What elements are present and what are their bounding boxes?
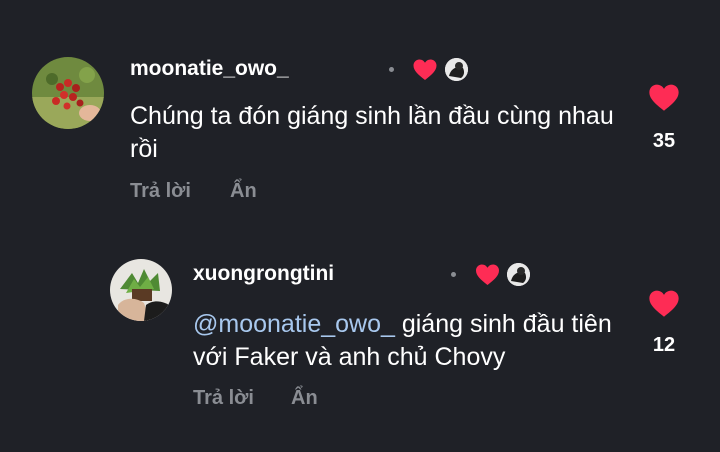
comment-username[interactable]: xuongrongtini bbox=[193, 262, 334, 286]
hide-button[interactable]: Ẩn bbox=[230, 180, 257, 203]
comment-username[interactable]: moonatie_owo_ bbox=[130, 57, 289, 81]
reply-button[interactable]: Trả lời bbox=[130, 180, 191, 203]
like-count: 35 bbox=[652, 130, 676, 152]
avatar[interactable] bbox=[110, 259, 172, 321]
heart-icon bbox=[413, 59, 437, 80]
heart-icon bbox=[476, 264, 499, 285]
like-heart-icon[interactable] bbox=[648, 290, 680, 318]
like-count: 12 bbox=[652, 334, 676, 356]
comment-text: @moonatie_owo_ giáng sinh đầu tiên với F… bbox=[193, 308, 613, 374]
reply-button[interactable]: Trả lời bbox=[193, 387, 254, 410]
like-heart-icon[interactable] bbox=[648, 84, 680, 112]
creator-avatar-icon bbox=[445, 58, 468, 81]
hide-button[interactable]: Ẩn bbox=[291, 387, 318, 410]
mention-link[interactable]: @moonatie_owo_ bbox=[193, 310, 395, 338]
avatar[interactable] bbox=[32, 57, 104, 129]
comment-text: Chúng ta đón giáng sinh lần đầu cùng nha… bbox=[130, 102, 614, 163]
creator-avatar-icon bbox=[507, 263, 530, 286]
separator-dot bbox=[451, 272, 456, 277]
separator-dot bbox=[389, 67, 394, 72]
